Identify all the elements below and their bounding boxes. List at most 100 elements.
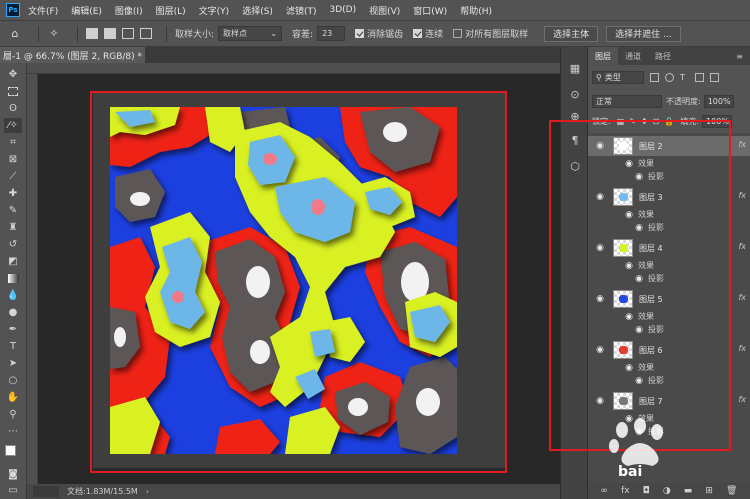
brush-icon[interactable]: ✎ bbox=[4, 203, 22, 218]
lasso-icon[interactable]: ʘ bbox=[4, 101, 22, 116]
quick-mask-icon[interactable]: ◙ bbox=[4, 467, 22, 482]
fx-icon[interactable]: fx bbox=[738, 293, 746, 302]
menu-3d[interactable]: 3D(D) bbox=[329, 5, 356, 15]
zoom-field[interactable] bbox=[33, 486, 59, 497]
magic-wand-icon[interactable]: ⁄✧ bbox=[4, 118, 22, 133]
pen-icon[interactable]: ✒ bbox=[4, 322, 22, 337]
menu-file[interactable]: 文件(F) bbox=[28, 4, 58, 17]
more-icon[interactable]: ⋯ bbox=[4, 424, 22, 439]
crop-icon[interactable]: ⌗ bbox=[4, 135, 22, 150]
menu-image[interactable]: 图像(I) bbox=[115, 4, 143, 17]
canvas-highlight-box bbox=[90, 91, 507, 473]
watermark-text: bai bbox=[618, 464, 643, 480]
sample-size-label: 取样大小: bbox=[175, 30, 215, 40]
subtract-selection-mode-icon[interactable] bbox=[122, 28, 134, 39]
healing-icon[interactable]: ✚ bbox=[4, 186, 22, 201]
menu-select[interactable]: 选择(S) bbox=[242, 4, 273, 17]
tolerance-label: 容差: bbox=[292, 30, 314, 40]
hand-icon[interactable]: ✋ bbox=[4, 390, 22, 405]
foreground-color-swatch[interactable] bbox=[5, 445, 16, 456]
layers-highlight-box bbox=[549, 120, 731, 451]
document-tab[interactable]: 層-1 @ 66.7% (图层 2, RGB/8) * × bbox=[0, 47, 145, 63]
stamp-icon[interactable]: ♜ bbox=[4, 220, 22, 235]
sample-size-select[interactable]: 取样点 ⌄ bbox=[218, 26, 283, 41]
fx-add-icon[interactable]: fx bbox=[621, 486, 630, 496]
tab-paths[interactable]: 路径 bbox=[648, 47, 678, 65]
blend-mode-select[interactable]: 正常 bbox=[592, 94, 662, 108]
trash-icon[interactable]: 🗑 bbox=[726, 486, 737, 496]
document-tab-title: 層-1 @ 66.7% (图层 2, RGB/8) * bbox=[3, 51, 142, 62]
magic-wand-preset-icon[interactable]: ✧ bbox=[47, 27, 61, 41]
vertical-ruler bbox=[27, 74, 38, 484]
tab-channels[interactable]: 通道 bbox=[618, 47, 648, 65]
sample-all-layers-label: 对所有图层取样 bbox=[465, 30, 529, 40]
fx-icon[interactable]: fx bbox=[738, 242, 746, 251]
folder-icon[interactable]: ▬ bbox=[684, 486, 693, 496]
sample-all-layers-checkbox[interactable]: 对所有图层取样 bbox=[453, 27, 528, 40]
type-icon[interactable]: T bbox=[4, 339, 22, 354]
fx-icon[interactable]: fx bbox=[738, 344, 746, 353]
baidu-watermark: bai bbox=[600, 418, 680, 484]
layer-filter-select[interactable]: ⚲ 类型 bbox=[592, 70, 644, 84]
filter-type-icon[interactable]: T bbox=[680, 73, 689, 82]
gradient-icon[interactable] bbox=[4, 271, 22, 286]
adjust-icon[interactable]: ⊙ bbox=[568, 87, 582, 101]
rectangle-icon[interactable]: ○ bbox=[4, 373, 22, 388]
antialias-label: 消除锯齿 bbox=[367, 30, 404, 40]
menu-window[interactable]: 窗口(W) bbox=[413, 4, 447, 17]
tab-layers[interactable]: 图层 bbox=[588, 47, 618, 65]
filter-pixel-icon[interactable] bbox=[650, 72, 659, 82]
antialias-checkbox[interactable]: 消除锯齿 bbox=[355, 27, 403, 40]
panel-tabs: 图层 通道 路径 ≡ bbox=[588, 47, 750, 65]
menu-layer[interactable]: 图层(L) bbox=[156, 4, 186, 17]
dodge-icon[interactable]: ● bbox=[4, 305, 22, 320]
menu-filter[interactable]: 滤镜(T) bbox=[286, 4, 317, 17]
menu-help[interactable]: 帮助(H) bbox=[460, 4, 492, 17]
chevron-down-icon: ⌄ bbox=[270, 29, 278, 38]
divider bbox=[166, 25, 167, 42]
new-selection-mode-icon[interactable] bbox=[86, 28, 98, 39]
checkbox-checked-icon bbox=[355, 29, 365, 38]
move-icon[interactable]: ✥ bbox=[4, 67, 22, 82]
frame-icon[interactable]: ⊠ bbox=[4, 152, 22, 167]
checkbox-unchecked-icon bbox=[453, 29, 463, 38]
history-icon[interactable]: ▦ bbox=[568, 61, 582, 75]
menu-view[interactable]: 视图(V) bbox=[369, 4, 400, 17]
menu-edit[interactable]: 编辑(E) bbox=[71, 4, 102, 17]
history-brush-icon[interactable]: ↺ bbox=[4, 237, 22, 252]
new-layer-icon[interactable]: ⊞ bbox=[705, 486, 713, 496]
intersect-selection-mode-icon[interactable] bbox=[140, 28, 152, 39]
chevron-right-icon[interactable]: › bbox=[146, 487, 149, 496]
add-selection-mode-icon[interactable] bbox=[104, 28, 116, 39]
tolerance-input[interactable]: 23 bbox=[317, 26, 346, 41]
path-select-icon[interactable]: ➤ bbox=[4, 356, 22, 371]
home-icon[interactable]: ⌂ bbox=[8, 27, 22, 41]
select-subject-button[interactable]: 选择主体 bbox=[544, 25, 599, 42]
opacity-input[interactable]: 100% bbox=[703, 94, 734, 108]
divider bbox=[77, 25, 78, 42]
eraser-icon[interactable]: ◩ bbox=[4, 254, 22, 269]
marquee-icon[interactable] bbox=[4, 84, 22, 99]
filter-smart-icon[interactable] bbox=[710, 72, 719, 82]
filter-adjust-icon[interactable] bbox=[665, 72, 674, 82]
select-and-mask-button[interactable]: 选择并遮住 ... bbox=[606, 25, 681, 42]
link-icon[interactable]: ∞ bbox=[601, 486, 609, 496]
contiguous-checkbox[interactable]: 连续 bbox=[413, 27, 443, 40]
fx-icon[interactable]: fx bbox=[738, 395, 746, 404]
search-icon: ⚲ bbox=[596, 72, 602, 82]
filter-shape-icon[interactable] bbox=[695, 72, 704, 82]
menu-type[interactable]: 文字(Y) bbox=[199, 4, 230, 17]
blur-icon[interactable]: 💧 bbox=[4, 288, 22, 303]
adjustment-icon[interactable]: ◑ bbox=[663, 486, 671, 496]
layer-filter-row: ⚲ 类型 T bbox=[592, 69, 719, 85]
zoom-icon[interactable]: ⚲ bbox=[4, 407, 22, 422]
screen-mode-icon[interactable]: ▭ bbox=[4, 483, 22, 498]
fx-icon[interactable]: fx bbox=[738, 140, 746, 149]
document-size-status: 文档:1.83M/15.5M bbox=[67, 487, 138, 496]
document-tab-bar: 層-1 @ 66.7% (图层 2, RGB/8) * × bbox=[0, 47, 560, 63]
mask-icon[interactable]: ◘ bbox=[643, 486, 650, 496]
fx-icon[interactable]: fx bbox=[738, 191, 746, 200]
blend-row: 正常 不透明度: 100% bbox=[592, 93, 734, 109]
panel-menu-icon[interactable]: ≡ bbox=[729, 47, 750, 65]
eyedropper-icon[interactable]: ⟋ bbox=[4, 169, 22, 184]
